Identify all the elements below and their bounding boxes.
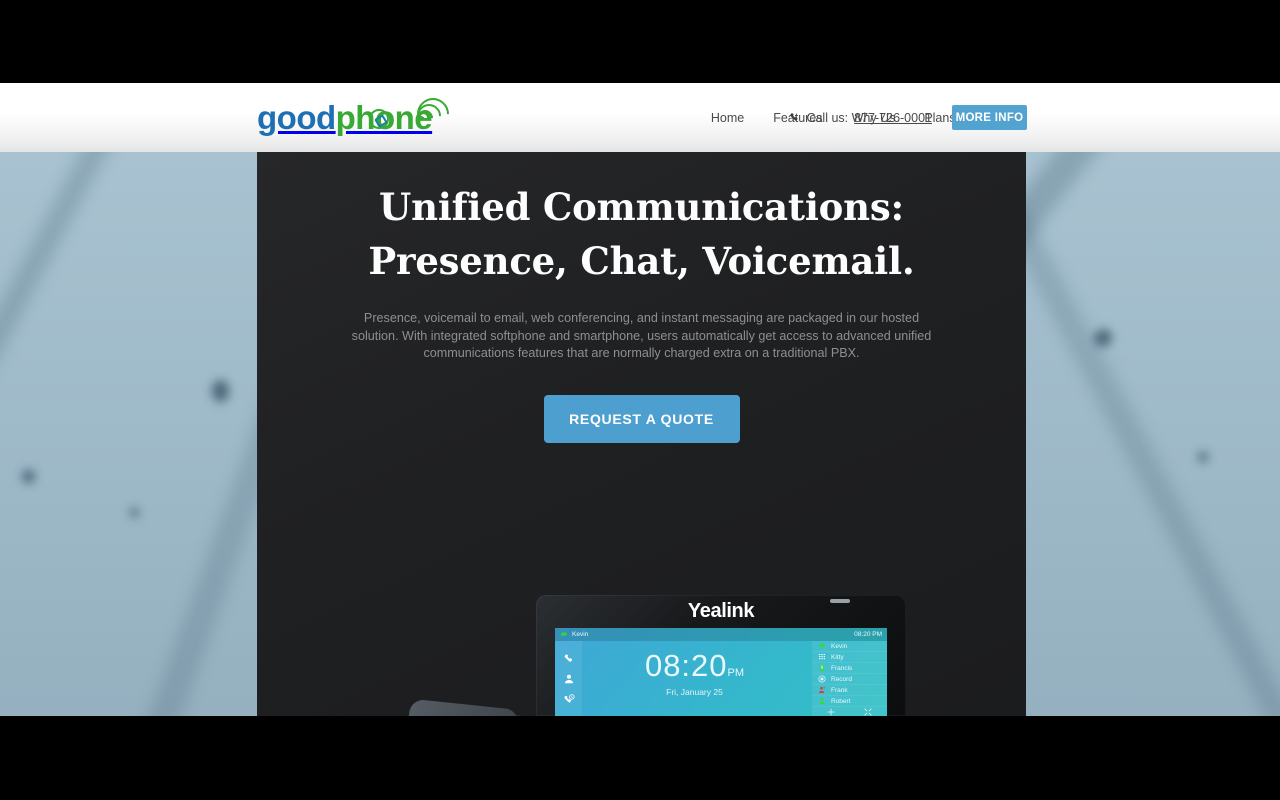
phone-contacts-actions bbox=[812, 702, 887, 716]
expand-icon[interactable] bbox=[863, 704, 873, 716]
background-blur-spot bbox=[1091, 326, 1115, 350]
contact-name: Record bbox=[831, 675, 852, 683]
handset-icon[interactable] bbox=[563, 652, 575, 664]
more-info-button[interactable]: MORE INFO bbox=[952, 105, 1027, 130]
phone-clock-date: Fri, January 25 bbox=[666, 687, 723, 697]
yealink-ip-phone: Yealink Kevin 08:20 PM 08:20PM Fri, Janu… bbox=[536, 595, 906, 716]
request-a-quote-button[interactable]: REQUEST A QUOTE bbox=[543, 394, 740, 443]
call-us-block[interactable]: Call us: 877-726-0001 bbox=[789, 83, 932, 152]
keypad-icon bbox=[818, 653, 826, 661]
phone-left-rail bbox=[555, 641, 582, 716]
phone-brand-label: Yealink bbox=[687, 600, 755, 622]
hero-title-line-1: Unified Communications: bbox=[379, 185, 904, 229]
call-us-label: Call us: bbox=[806, 110, 849, 125]
background-blur-spot bbox=[22, 470, 35, 483]
phone-icon bbox=[789, 112, 800, 123]
signal-waves-icon bbox=[410, 91, 456, 137]
list-item[interactable]: Record bbox=[812, 674, 887, 685]
phone-status-bar: Kevin 08:20 PM bbox=[555, 628, 887, 641]
record-icon bbox=[818, 675, 826, 683]
site-logo[interactable]: goodphone bbox=[257, 91, 456, 137]
phone-clock-time: 08:20 bbox=[644, 648, 728, 683]
background-blur-spot bbox=[130, 508, 139, 517]
add-icon[interactable] bbox=[826, 704, 836, 716]
background-blur-spot bbox=[212, 380, 229, 402]
green-phone-icon bbox=[560, 631, 568, 639]
hero-paragraph: Presence, voicemail to email, web confer… bbox=[351, 311, 932, 361]
contact-name: Kitty bbox=[831, 653, 844, 661]
background-blur-spot bbox=[1198, 452, 1208, 462]
phone-status-time: 08:20 PM bbox=[854, 631, 882, 638]
page-title: Unified Communications: Presence, Chat, … bbox=[292, 180, 992, 288]
phone-clock-meridiem: PM bbox=[727, 667, 745, 679]
green-handset-icon bbox=[818, 664, 826, 672]
contact-name: Frank bbox=[831, 686, 848, 694]
call-history-icon[interactable] bbox=[563, 693, 575, 705]
phone-status-account: Kevin bbox=[572, 631, 589, 638]
logo-text-good: good bbox=[257, 98, 336, 136]
red-person-icon bbox=[818, 686, 826, 694]
list-item[interactable]: Frank bbox=[812, 685, 887, 696]
contact-name: Francis bbox=[831, 664, 853, 672]
phone-contacts-panel: Kevin Kitty Francis Record Frank Robert bbox=[812, 641, 887, 716]
desk-phone-handset bbox=[397, 698, 532, 716]
webpage-viewport: Unified Communications: Presence, Chat, … bbox=[0, 83, 1280, 716]
hero-title-line-2: Presence, Chat, Voicemail. bbox=[368, 239, 915, 283]
contact-name: Kevin bbox=[831, 642, 848, 650]
phone-clock: 08:20PM Fri, January 25 bbox=[582, 650, 807, 697]
list-item[interactable]: Francis bbox=[812, 663, 887, 674]
contacts-icon[interactable] bbox=[563, 672, 575, 684]
phone-in-o-icon bbox=[369, 109, 389, 129]
list-item[interactable]: Kevin bbox=[812, 641, 887, 652]
letterbox-bottom bbox=[0, 716, 1280, 800]
nav-item-home[interactable]: Home bbox=[711, 111, 744, 125]
handset-front bbox=[399, 698, 519, 716]
green-phone-icon bbox=[818, 642, 826, 650]
hero-panel: Unified Communications: Presence, Chat, … bbox=[257, 152, 1026, 716]
phone-screen: Kevin 08:20 PM 08:20PM Fri, January 25 K… bbox=[555, 628, 887, 716]
letterbox-top bbox=[0, 0, 1280, 83]
list-item[interactable]: Kitty bbox=[812, 652, 887, 663]
site-header: goodphone Home Features Why Us Plans Pho… bbox=[0, 83, 1280, 152]
call-us-number[interactable]: 877-726-0001 bbox=[854, 111, 932, 125]
